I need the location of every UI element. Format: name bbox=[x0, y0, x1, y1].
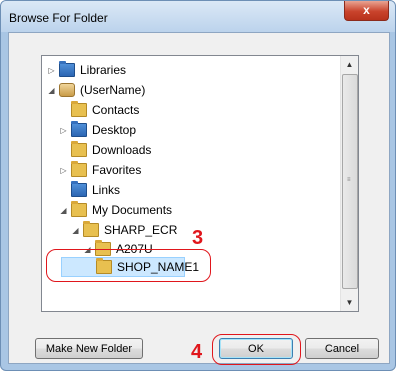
title-bar: Browse For Folder x bbox=[1, 1, 395, 32]
collapse-icon[interactable]: ◢ bbox=[59, 206, 68, 215]
tree-item-links[interactable]: Links bbox=[59, 180, 120, 200]
tree-item-label: My Documents bbox=[92, 203, 173, 217]
step-3-marker: 3 bbox=[192, 227, 204, 249]
documents-folder-icon bbox=[71, 201, 87, 217]
tree-item-label: Libraries bbox=[80, 63, 127, 77]
window-title: Browse For Folder bbox=[9, 11, 108, 25]
tree-item-label: Favorites bbox=[92, 163, 142, 177]
downloads-folder-icon bbox=[71, 141, 87, 157]
tree-item-libraries[interactable]: ▷ Libraries bbox=[47, 60, 126, 80]
cancel-button[interactable]: Cancel bbox=[305, 338, 379, 359]
contacts-folder-icon bbox=[71, 101, 87, 117]
libraries-icon bbox=[59, 61, 75, 77]
tree-item-username[interactable]: ◢ (UserName) bbox=[47, 80, 145, 100]
folder-icon bbox=[83, 221, 99, 237]
favorites-folder-icon bbox=[71, 161, 87, 177]
scroll-down-icon[interactable]: ▼ bbox=[341, 294, 358, 311]
vertical-scrollbar[interactable]: ▲ ≡ ▼ bbox=[340, 56, 358, 311]
browse-for-folder-dialog: Browse For Folder x ▲ ≡ ▼ ▷ Libraries ◢ … bbox=[0, 0, 396, 371]
links-folder-icon bbox=[71, 181, 87, 197]
collapse-icon[interactable]: ◢ bbox=[71, 226, 80, 235]
scroll-thumb[interactable]: ≡ bbox=[342, 74, 358, 289]
tree-item-label: Desktop bbox=[92, 123, 137, 137]
tree-item-label: Links bbox=[92, 183, 121, 197]
callout-highlight-shop-name1 bbox=[46, 249, 211, 282]
make-new-folder-button[interactable]: Make New Folder bbox=[35, 338, 143, 359]
tree-item-label: Downloads bbox=[92, 143, 152, 157]
user-folder-icon bbox=[59, 83, 75, 97]
scroll-up-icon[interactable]: ▲ bbox=[341, 56, 358, 73]
tree-item-label: (UserName) bbox=[80, 83, 146, 97]
tree-item-sharp-ecr[interactable]: ◢ SHARP_ECR bbox=[71, 220, 177, 240]
tree-item-label: Contacts bbox=[92, 103, 140, 117]
step-4-marker: 4 bbox=[191, 341, 203, 363]
close-icon: x bbox=[363, 3, 370, 17]
expand-icon[interactable]: ▷ bbox=[59, 166, 68, 175]
tree-item-favorites[interactable]: ▷ Favorites bbox=[59, 160, 141, 180]
expand-icon[interactable]: ▷ bbox=[47, 66, 56, 75]
tree-item-my-documents[interactable]: ◢ My Documents bbox=[59, 200, 172, 220]
expand-icon[interactable]: ▷ bbox=[59, 126, 68, 135]
tree-item-desktop[interactable]: ▷ Desktop bbox=[59, 120, 136, 140]
close-button[interactable]: x bbox=[344, 1, 389, 21]
desktop-folder-icon bbox=[71, 121, 87, 137]
tree-item-label: SHARP_ECR bbox=[104, 223, 178, 237]
grip-icon: ≡ bbox=[347, 177, 351, 183]
ok-button[interactable]: OK bbox=[219, 338, 293, 359]
tree-item-contacts[interactable]: Contacts bbox=[59, 100, 139, 120]
collapse-icon[interactable]: ◢ bbox=[47, 86, 56, 95]
tree-item-downloads[interactable]: Downloads bbox=[59, 140, 151, 160]
